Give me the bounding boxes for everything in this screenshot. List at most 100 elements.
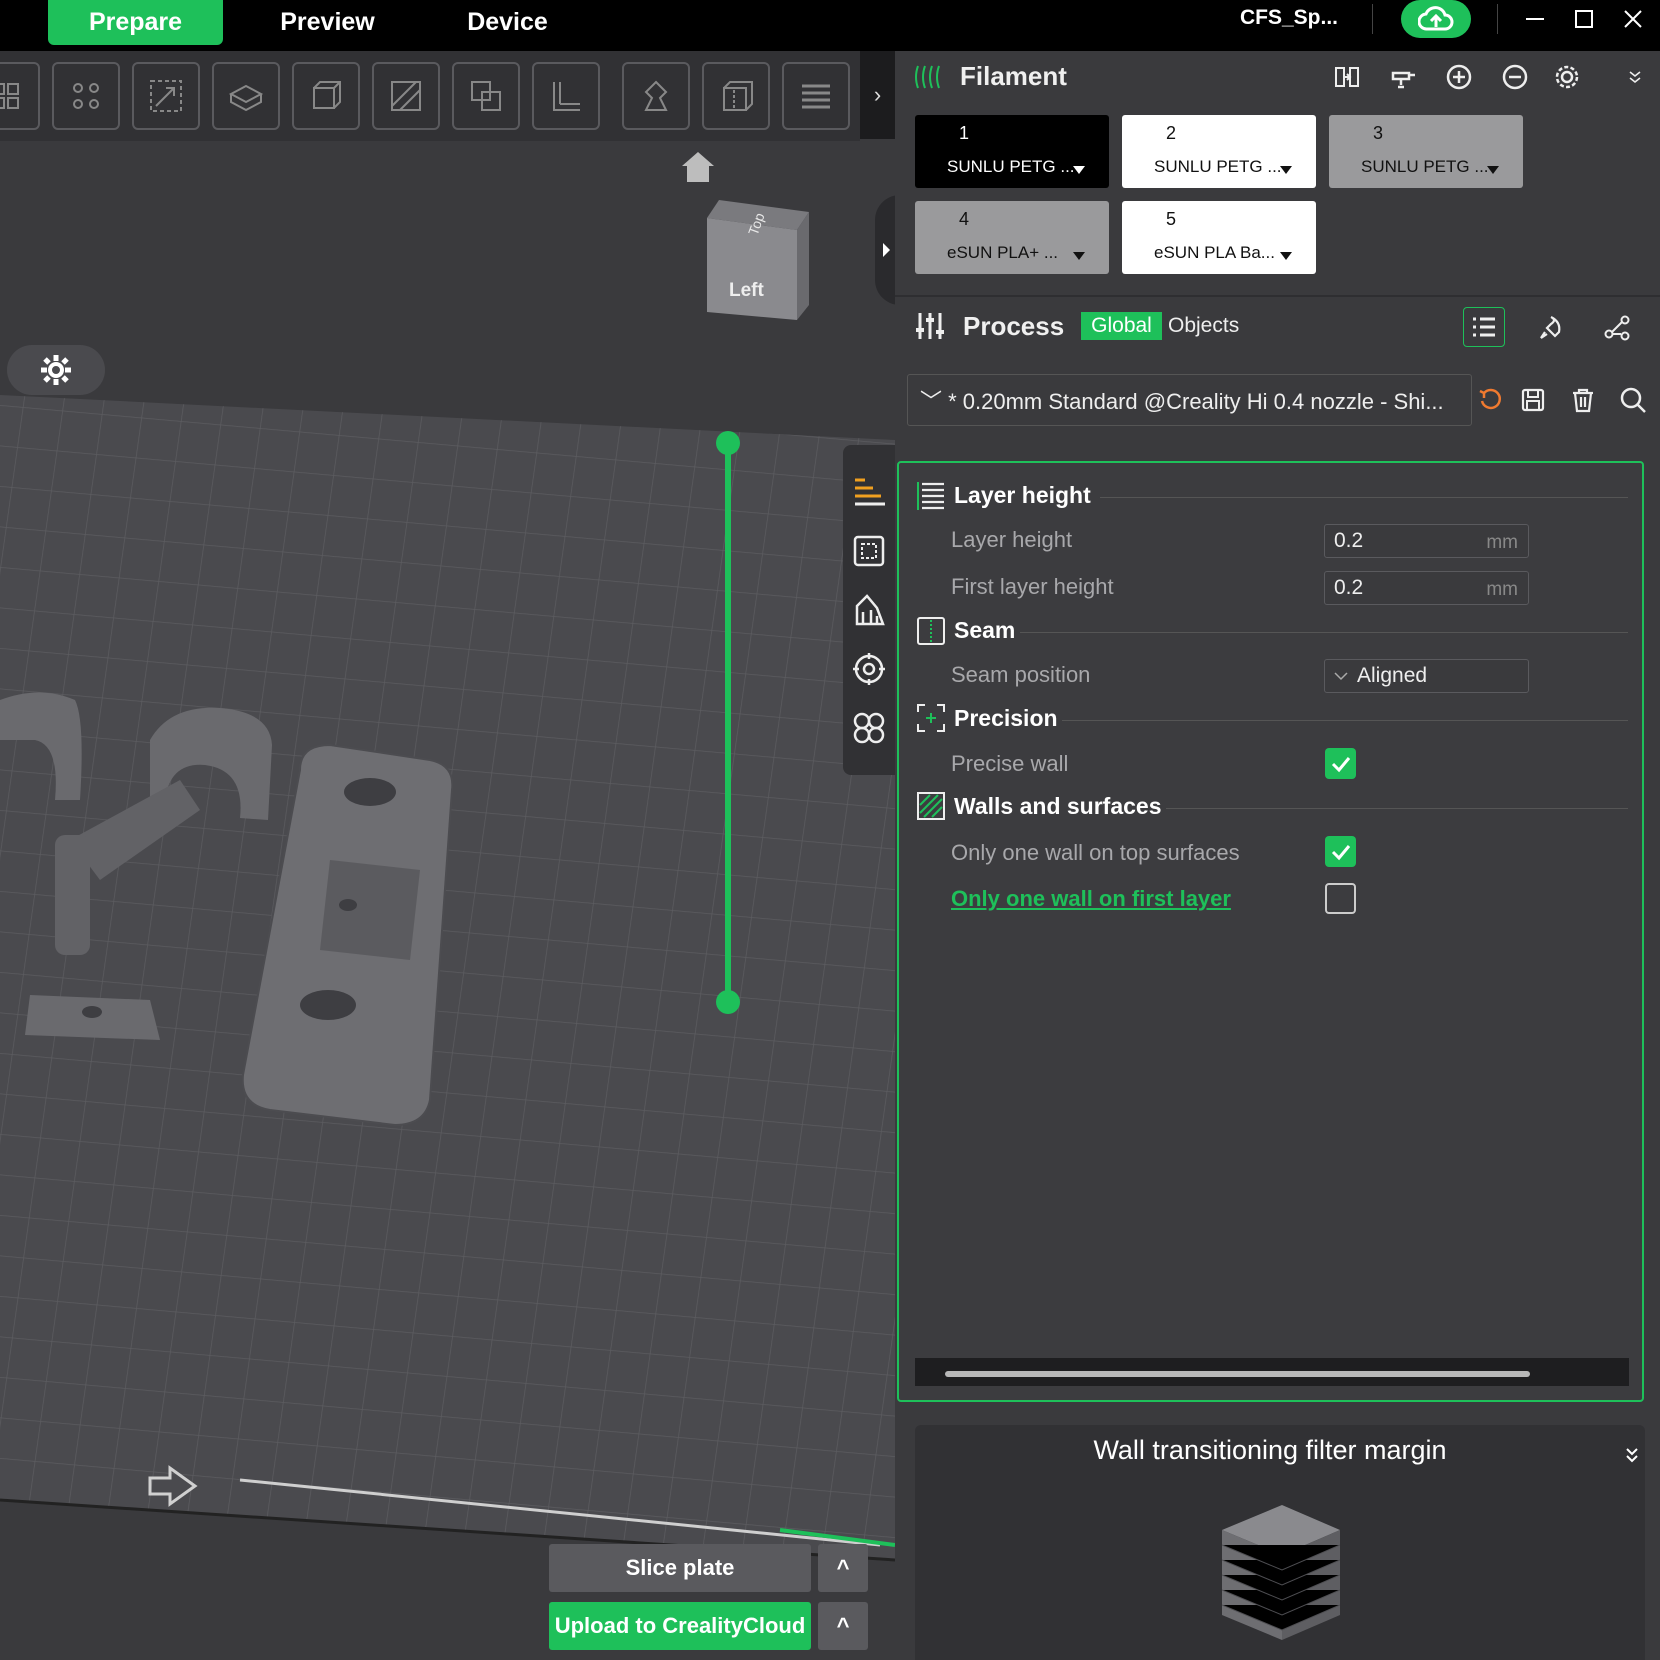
scrollbar-thumb[interactable] [945, 1371, 1530, 1377]
slice-options-button[interactable]: ^ [818, 1544, 868, 1592]
tip-illustration-cube [1222, 1505, 1340, 1640]
cloud-upload-icon [1418, 6, 1454, 31]
home-icon[interactable] [680, 150, 716, 184]
cube-icon [313, 81, 341, 109]
maximize-button[interactable] [1561, 0, 1607, 38]
advanced-mode-button[interactable] [1533, 310, 1569, 346]
bounding-box-button[interactable] [849, 531, 889, 571]
seam-position-label: Seam position [951, 662, 1091, 687]
filament-slot-2[interactable]: 2 SUNLU PETG ... [1122, 115, 1316, 188]
layers-button[interactable] [782, 62, 850, 130]
gear-icon [41, 355, 71, 385]
filament-nozzle-button[interactable] [1386, 60, 1420, 94]
dropdown-arrow-icon [1073, 252, 1085, 260]
cloud-upload-button[interactable] [1401, 0, 1471, 38]
filament-slot-5[interactable]: 5 eSUN PLA Ba... [1122, 201, 1316, 274]
compare-button[interactable] [1599, 310, 1635, 346]
process-preset-select[interactable]: ﹀ * 0.20mm Standard @Creality Hi 0.4 noz… [907, 374, 1472, 426]
plate-settings-button[interactable] [7, 345, 105, 395]
first-layer-height-label: First layer height [951, 574, 1114, 599]
double-chevron-down-icon [1626, 1448, 1638, 1463]
filament-icon [915, 65, 940, 89]
target-icon [853, 653, 885, 685]
slice-plate-button[interactable]: Slice plate [549, 1544, 811, 1592]
layer-tool-button[interactable] [849, 472, 889, 512]
save-icon [1521, 388, 1545, 412]
tab-preview[interactable]: Preview [255, 0, 400, 45]
view-cube[interactable]: Top Left [707, 200, 812, 330]
scale-button[interactable] [132, 62, 200, 130]
filament-settings-button[interactable] [1550, 60, 1584, 94]
place-on-face-button[interactable] [212, 62, 280, 130]
ruler-icon [553, 82, 580, 111]
sync-icon [1335, 67, 1359, 87]
dropdown-arrow-icon [1073, 166, 1085, 174]
list-icon [1473, 317, 1495, 337]
grid-icon [0, 83, 19, 109]
clover-view-button[interactable] [849, 708, 889, 748]
arrange-button[interactable] [52, 62, 120, 130]
sliders-icon [916, 313, 944, 339]
layer-height-input[interactable]: 0.2 mm [1324, 524, 1529, 558]
divider [1062, 720, 1628, 721]
filament-sync-button[interactable] [1330, 60, 1364, 94]
precise-wall-label: Precise wall [951, 751, 1069, 776]
one-wall-first-layer-link[interactable]: Only one wall on first layer [951, 886, 1231, 912]
dropdown-arrow-icon [1280, 252, 1292, 260]
save-preset-button[interactable] [1516, 383, 1550, 417]
list-view-button[interactable] [1463, 307, 1505, 347]
close-button[interactable] [1610, 0, 1656, 38]
filament-slot-4[interactable]: 4 eSUN PLA+ ... [915, 201, 1109, 274]
minimize-icon [1526, 18, 1544, 20]
tab-global[interactable]: Global [1081, 312, 1162, 340]
arrange-icon [73, 83, 99, 109]
support-view-icon [855, 594, 885, 626]
seam-icon [723, 81, 753, 111]
cut-icon [391, 81, 421, 111]
delete-preset-button[interactable] [1566, 383, 1600, 417]
cut-button[interactable] [372, 62, 440, 130]
tab-objects[interactable]: Objects [1168, 312, 1239, 340]
one-wall-top-checkbox[interactable] [1325, 836, 1356, 867]
arrange-grid-button[interactable] [0, 62, 40, 130]
gear-icon [1555, 65, 1579, 89]
add-filament-button[interactable] [1442, 60, 1476, 94]
seam-position-select[interactable]: Aligned [1324, 659, 1529, 693]
target-view-button[interactable] [849, 649, 889, 689]
tab-prepare[interactable]: Prepare [48, 0, 223, 45]
toolbar-expand-button[interactable]: › [860, 51, 895, 139]
upload-options-button[interactable]: ^ [818, 1602, 868, 1650]
divider [1100, 497, 1628, 498]
filament-slot-3[interactable]: 3 SUNLU PETG ... [1329, 115, 1523, 188]
precise-wall-checkbox[interactable] [1325, 748, 1356, 779]
upload-crealitycloud-button[interactable]: Upload to CrealityCloud [549, 1602, 811, 1650]
printer-name[interactable]: CFS_Sp... [1240, 0, 1338, 36]
section-precision-title: Precision [954, 705, 1058, 731]
filament-slot-1[interactable]: 1 SUNLU PETG ... [915, 115, 1109, 188]
layer-height-label: Layer height [951, 527, 1073, 552]
seam-paint-button[interactable] [702, 62, 770, 130]
seam-icon [917, 617, 945, 645]
first-layer-height-input[interactable]: 0.2 mm [1324, 571, 1529, 605]
search-settings-button[interactable] [1616, 383, 1650, 417]
one-wall-first-layer-checkbox[interactable] [1325, 883, 1356, 914]
support-view-button[interactable] [849, 590, 889, 630]
boolean-button[interactable] [452, 62, 520, 130]
undo-icon [1479, 388, 1502, 410]
close-icon [1624, 10, 1642, 28]
add-cube-button[interactable] [292, 62, 360, 130]
divider [1497, 4, 1498, 34]
bounding-box-icon [853, 535, 885, 567]
plate-icon [228, 84, 264, 112]
scale-icon [150, 80, 182, 112]
reset-preset-button[interactable] [1474, 383, 1508, 417]
filament-collapse-button[interactable] [1620, 60, 1650, 94]
minimize-button[interactable] [1512, 0, 1558, 38]
tab-device[interactable]: Device [450, 0, 565, 45]
tip-collapse-button[interactable] [1618, 1440, 1646, 1470]
remove-filament-button[interactable] [1498, 60, 1532, 94]
support-icon [644, 80, 668, 111]
rocket-icon [1540, 316, 1561, 339]
support-paint-button[interactable] [622, 62, 690, 130]
measure-button[interactable] [532, 62, 600, 130]
